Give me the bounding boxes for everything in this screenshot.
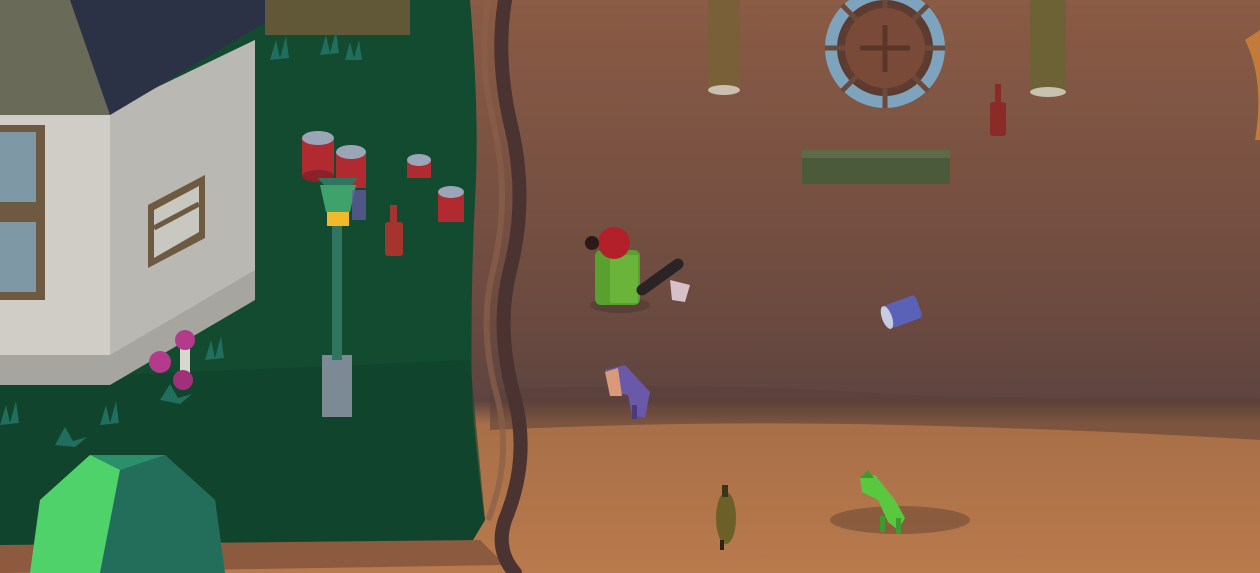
fence [265,0,410,35]
wooden-bench [802,150,950,184]
wooden-post [708,0,740,95]
red-barrel[interactable] [302,131,334,182]
wooden-post [1030,0,1066,97]
window-pane [0,132,36,202]
red-barrel[interactable] [438,186,464,222]
window-pane [0,222,36,292]
fire-pit [825,0,945,108]
game-canvas[interactable] [0,0,1260,573]
red-barrel[interactable] [407,154,431,178]
game-viewport[interactable] [0,0,1260,573]
